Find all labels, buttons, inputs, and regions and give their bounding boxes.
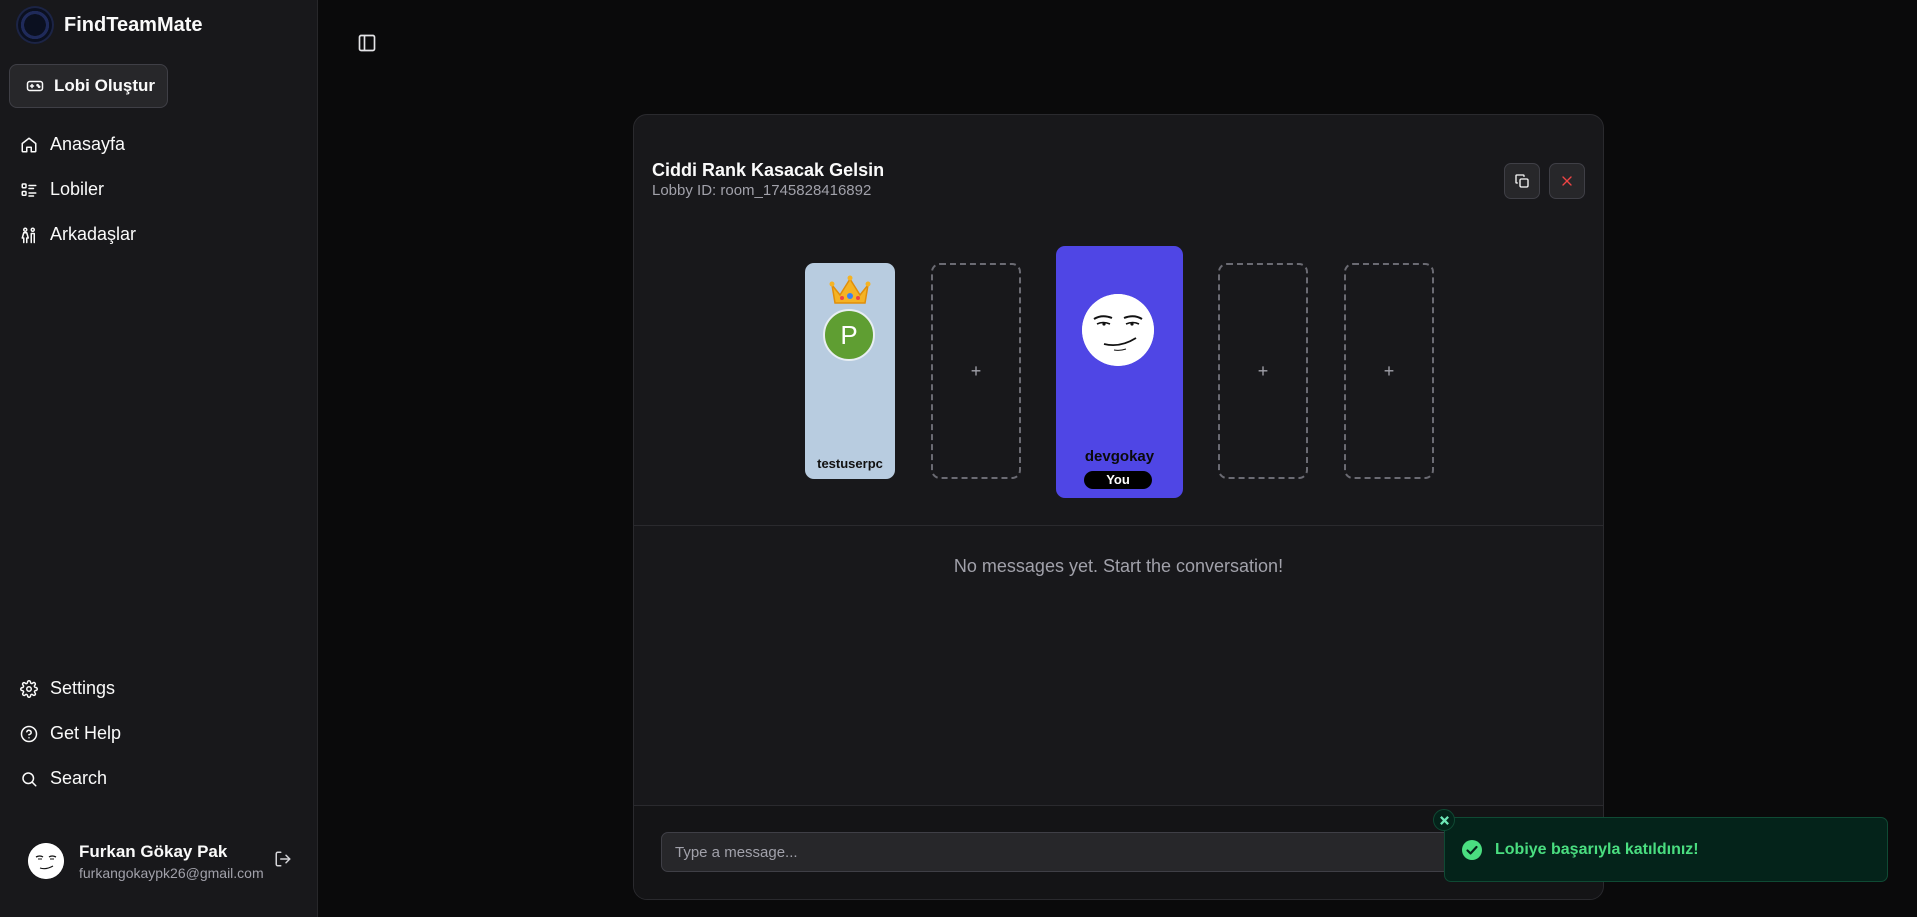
- close-icon: [1439, 815, 1449, 825]
- nav-item-label: Get Help: [50, 723, 122, 743]
- users-icon: [20, 226, 38, 244]
- avatar: [28, 843, 64, 879]
- create-lobby-button[interactable]: Lobi Oluştur: [9, 64, 168, 108]
- secondary-nav: Settings Get Help Search: [0, 666, 318, 801]
- gamepad-icon: [26, 77, 44, 95]
- sidebar-toggle-icon[interactable]: [357, 33, 379, 55]
- success-toast: Lobiye başarıyla katıldınız!: [1433, 809, 1888, 882]
- lobby-title: Ciddi Rank Kasacak Gelsin: [652, 160, 885, 180]
- user-email: furkangokaypk26@gmail.com: [79, 864, 264, 881]
- nav-item-search[interactable]: Search: [0, 756, 318, 801]
- empty-slot[interactable]: +: [931, 263, 1021, 479]
- lobby-id: Lobby ID: room_1745828416892: [652, 182, 872, 199]
- user-name: Furkan Gökay Pak: [79, 841, 228, 861]
- nav-item-help[interactable]: Get Help: [0, 711, 318, 756]
- empty-slot[interactable]: +: [1344, 263, 1434, 479]
- empty-chat-message: No messages yet. Start the conversation!: [953, 556, 1284, 576]
- crown-icon: [829, 275, 871, 304]
- app-logo: [16, 6, 54, 44]
- nav-item-lobbies[interactable]: Lobiler: [0, 167, 318, 212]
- divider: [634, 805, 1603, 806]
- avatar: [1082, 294, 1154, 366]
- nav-item-label: Lobiler: [50, 179, 105, 199]
- avatar: P: [823, 309, 875, 361]
- player-username: devgokay: [1084, 448, 1155, 465]
- gear-icon: [20, 679, 38, 698]
- help-circle-icon: [20, 725, 38, 743]
- nav-item-label: Search: [50, 768, 108, 788]
- user-profile[interactable]: Furkan Gökay Pak furkangokaypk26@gmail.c…: [28, 836, 304, 886]
- sidebar: FindTeamMate Lobi Oluştur Anasayfa Lobil…: [0, 0, 318, 917]
- check-circle-icon: [1462, 840, 1482, 860]
- nav-item-friends[interactable]: Arkadaşlar: [0, 212, 318, 257]
- nav-item-label: Settings: [50, 678, 116, 698]
- create-lobby-label: Lobi Oluştur: [54, 76, 156, 95]
- brand[interactable]: FindTeamMate: [16, 6, 203, 44]
- copy-lobby-id-button[interactable]: [1504, 163, 1540, 199]
- nav-item-home[interactable]: Anasayfa: [0, 122, 318, 167]
- close-icon: [1562, 176, 1572, 186]
- player-slot-self: devgokay You: [1056, 246, 1183, 498]
- nav-item-label: Arkadaşlar: [50, 224, 137, 244]
- search-icon: [20, 770, 38, 788]
- leave-lobby-button[interactable]: [1549, 163, 1585, 199]
- toast-message: Lobiye başarıyla katıldınız!: [1495, 841, 1699, 858]
- nav-item-settings[interactable]: Settings: [0, 666, 318, 711]
- home-icon: [20, 136, 38, 154]
- message-input[interactable]: [661, 832, 1461, 872]
- list-icon: [20, 181, 38, 199]
- you-badge: You: [1084, 471, 1152, 489]
- add-player-label: +: [1257, 360, 1269, 381]
- copy-icon: [1515, 174, 1529, 188]
- player-slot-owner: P testuserpc: [805, 263, 895, 479]
- logout-icon[interactable]: [274, 850, 292, 868]
- toast-close-button[interactable]: [1433, 809, 1455, 831]
- lobby-card: Ciddi Rank Kasacak Gelsin Lobby ID: room…: [633, 114, 1604, 900]
- add-player-label: +: [1383, 360, 1395, 381]
- nav-item-label: Anasayfa: [50, 134, 126, 154]
- empty-slot[interactable]: +: [1218, 263, 1308, 479]
- divider: [634, 525, 1603, 526]
- main-nav: Anasayfa Lobiler Arkadaşlar: [0, 122, 318, 257]
- player-username: testuserpc: [817, 456, 883, 471]
- app-name: FindTeamMate: [64, 13, 203, 36]
- add-player-label: +: [970, 360, 982, 381]
